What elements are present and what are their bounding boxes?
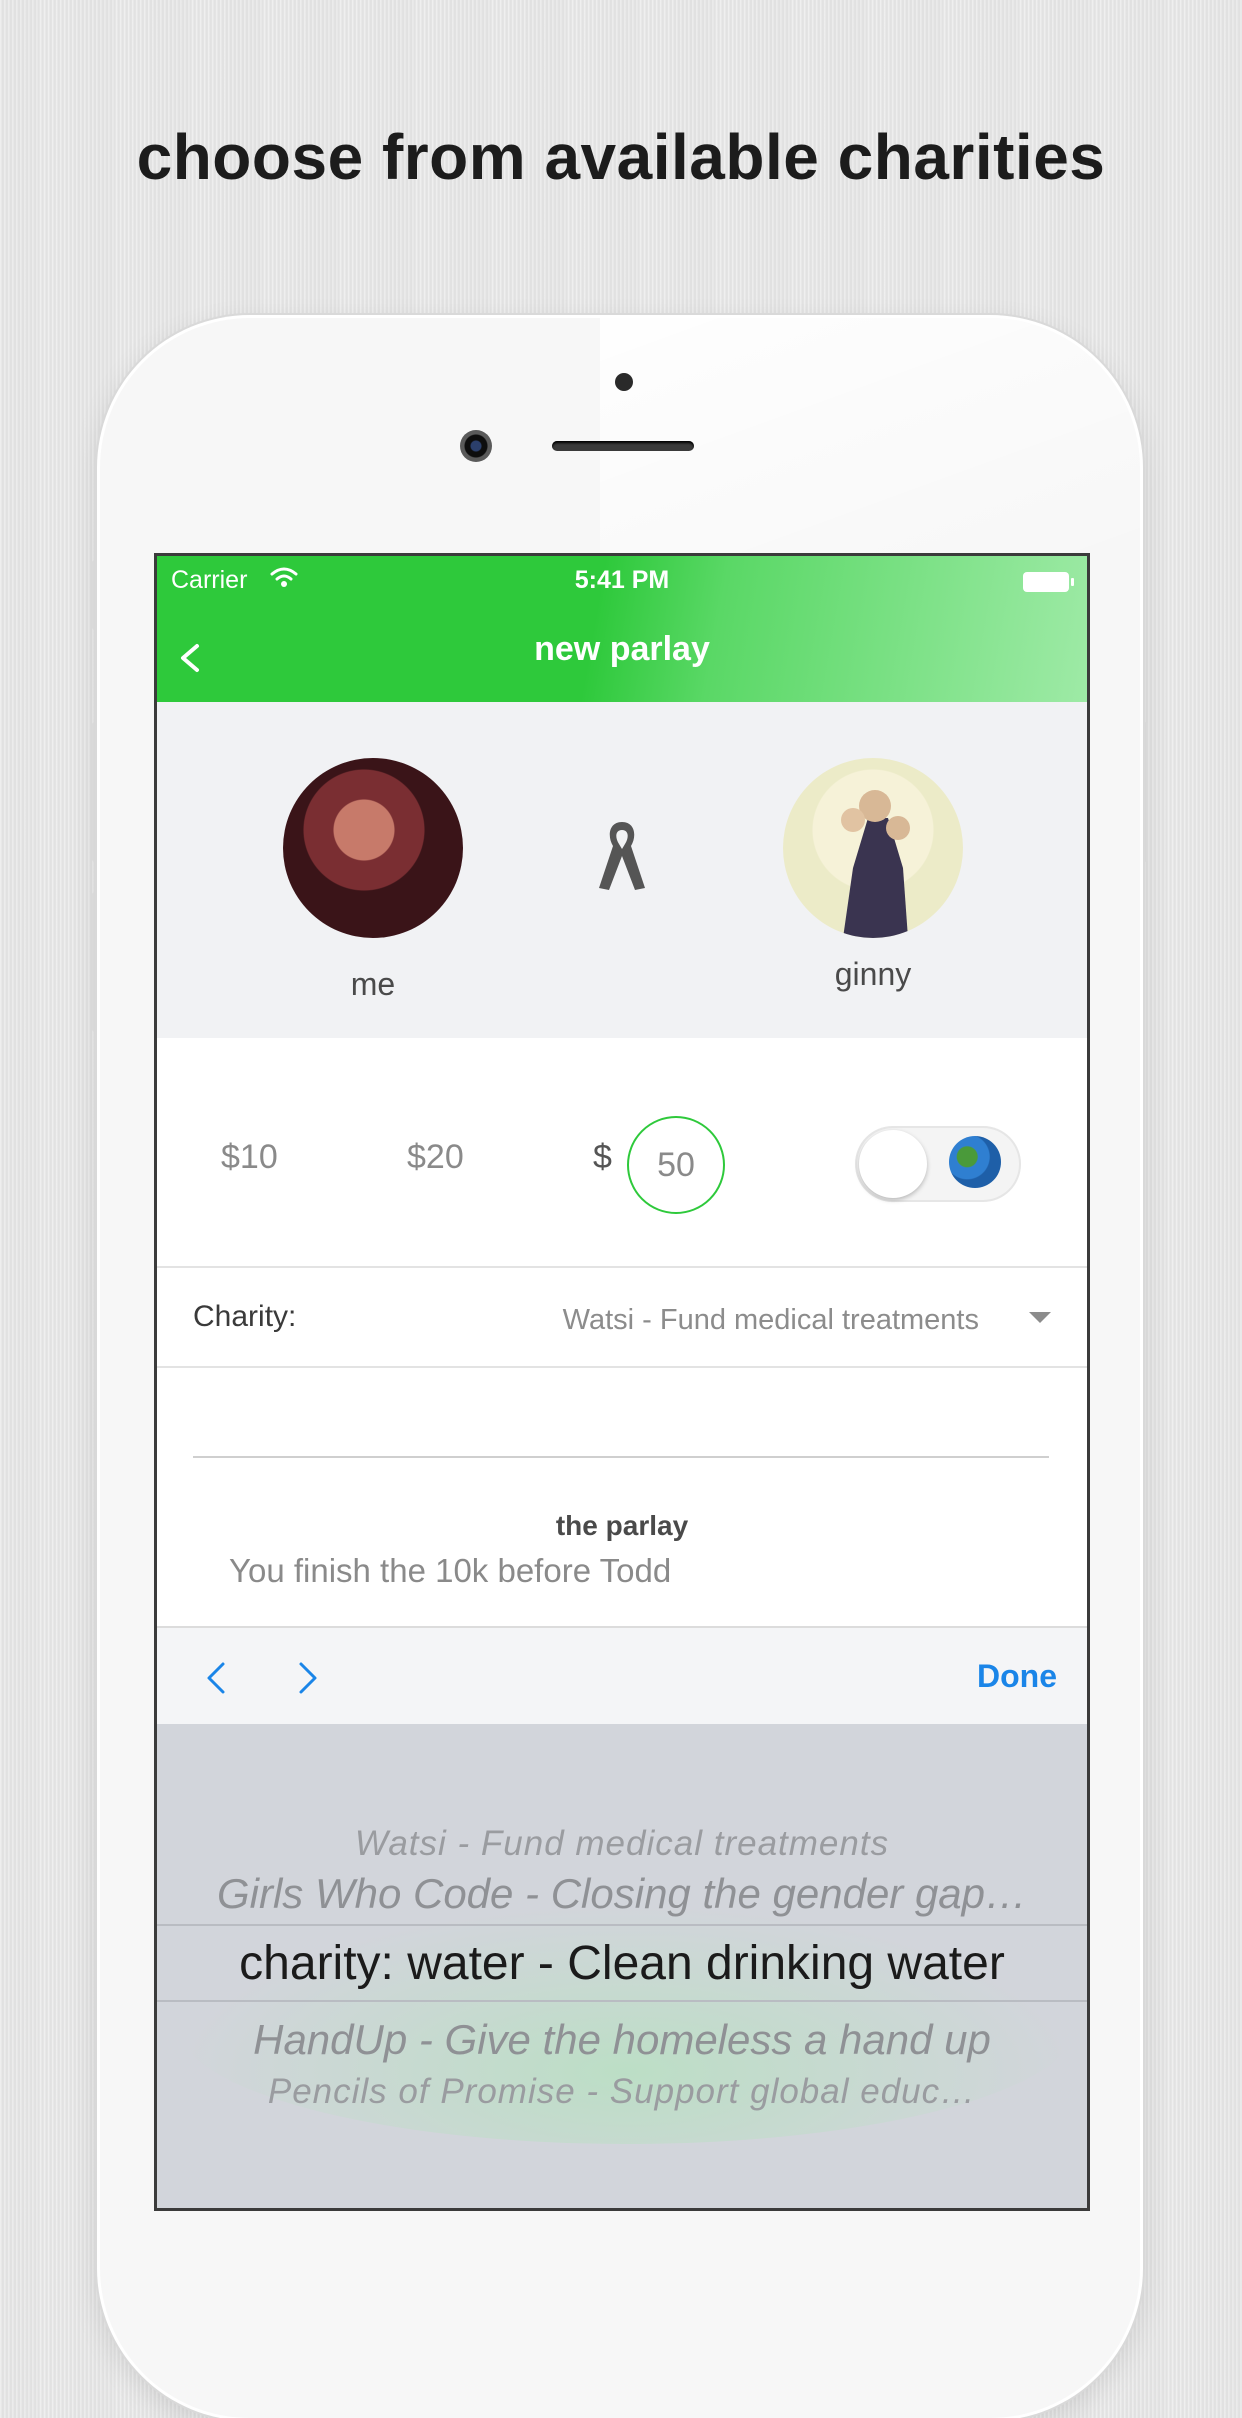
phone-volume-down-button — [92, 892, 100, 1032]
avatar-me[interactable] — [283, 758, 463, 938]
picker-selection-bottom-line — [157, 2000, 1087, 2002]
phone-volume-up-button — [92, 722, 100, 862]
status-bar: Carrier 5:41 PM — [157, 566, 1087, 606]
app-screen: Carrier 5:41 PM new parlay me ginny $10 … — [157, 556, 1087, 2208]
amount-selector: $10 $20 $ 50 — [157, 1038, 1087, 1268]
parlay-divider — [193, 1456, 1049, 1458]
ribbon-icon — [599, 822, 645, 890]
player-name-ginny: ginny — [834, 956, 912, 992]
picker-option-selected[interactable]: charity: water - Clean drinking water — [157, 1936, 1087, 1991]
status-time: 5:41 PM — [574, 566, 670, 594]
next-field-chevron-icon[interactable] — [287, 1656, 327, 1700]
proximity-sensor — [615, 373, 633, 391]
custom-amount-dollar-sign: $ — [593, 1138, 612, 1176]
charity-picker-wheel[interactable]: Watsi - Fund medical treatments Girls Wh… — [157, 1724, 1087, 2208]
phone-shine — [600, 318, 1140, 558]
globe-icon — [949, 1136, 1001, 1188]
picker-option[interactable]: HandUp - Give the homeless a hand up — [157, 2016, 1087, 2064]
phone-side-button-left — [92, 560, 100, 630]
ginny-photo — [841, 790, 910, 938]
charity-label: Charity: — [193, 1300, 297, 1333]
navigation-bar: Carrier 5:41 PM new parlay — [157, 556, 1087, 702]
keyboard-toolbar: Done — [157, 1626, 1087, 1726]
picker-selection-top-line — [157, 1924, 1087, 1926]
parlay-section: the parlay You finish the 10k before Tod… — [157, 1368, 1087, 1626]
charity-selected-value[interactable]: Watsi - Fund medical treatments — [563, 1304, 979, 1337]
players-section: me ginny — [157, 702, 1087, 1038]
previous-field-chevron-icon[interactable] — [197, 1656, 237, 1700]
picker-option[interactable]: Pencils of Promise - Support global educ… — [157, 2072, 1087, 2112]
amount-option-20[interactable]: $20 — [407, 1138, 464, 1177]
phone-power-button — [1140, 722, 1148, 862]
toggle-knob — [859, 1130, 927, 1198]
charity-select-row[interactable]: Charity: Watsi - Fund medical treatments — [157, 1268, 1087, 1368]
public-toggle[interactable] — [855, 1126, 1021, 1202]
parlay-heading: the parlay — [555, 1510, 689, 1541]
battery-icon — [1023, 572, 1074, 592]
dropdown-caret-icon[interactable] — [1029, 1312, 1051, 1323]
amount-option-10[interactable]: $10 — [221, 1138, 278, 1177]
nav-title: new parlay — [534, 630, 710, 668]
done-button[interactable]: Done — [977, 1658, 1057, 1695]
picker-option[interactable]: Girls Who Code - Closing the gender gap… — [157, 1870, 1087, 1918]
player-name-me: me — [350, 966, 396, 1002]
front-camera-icon — [460, 430, 492, 462]
custom-amount-input[interactable]: 50 — [627, 1116, 725, 1214]
picker-option[interactable]: Watsi - Fund medical treatments — [157, 1824, 1087, 1864]
page-headline: choose from available charities — [136, 121, 1106, 193]
earpiece-speaker — [552, 441, 694, 451]
parlay-description[interactable]: You finish the 10k before Todd — [229, 1552, 671, 1590]
avatar-ginny[interactable] — [783, 758, 963, 938]
